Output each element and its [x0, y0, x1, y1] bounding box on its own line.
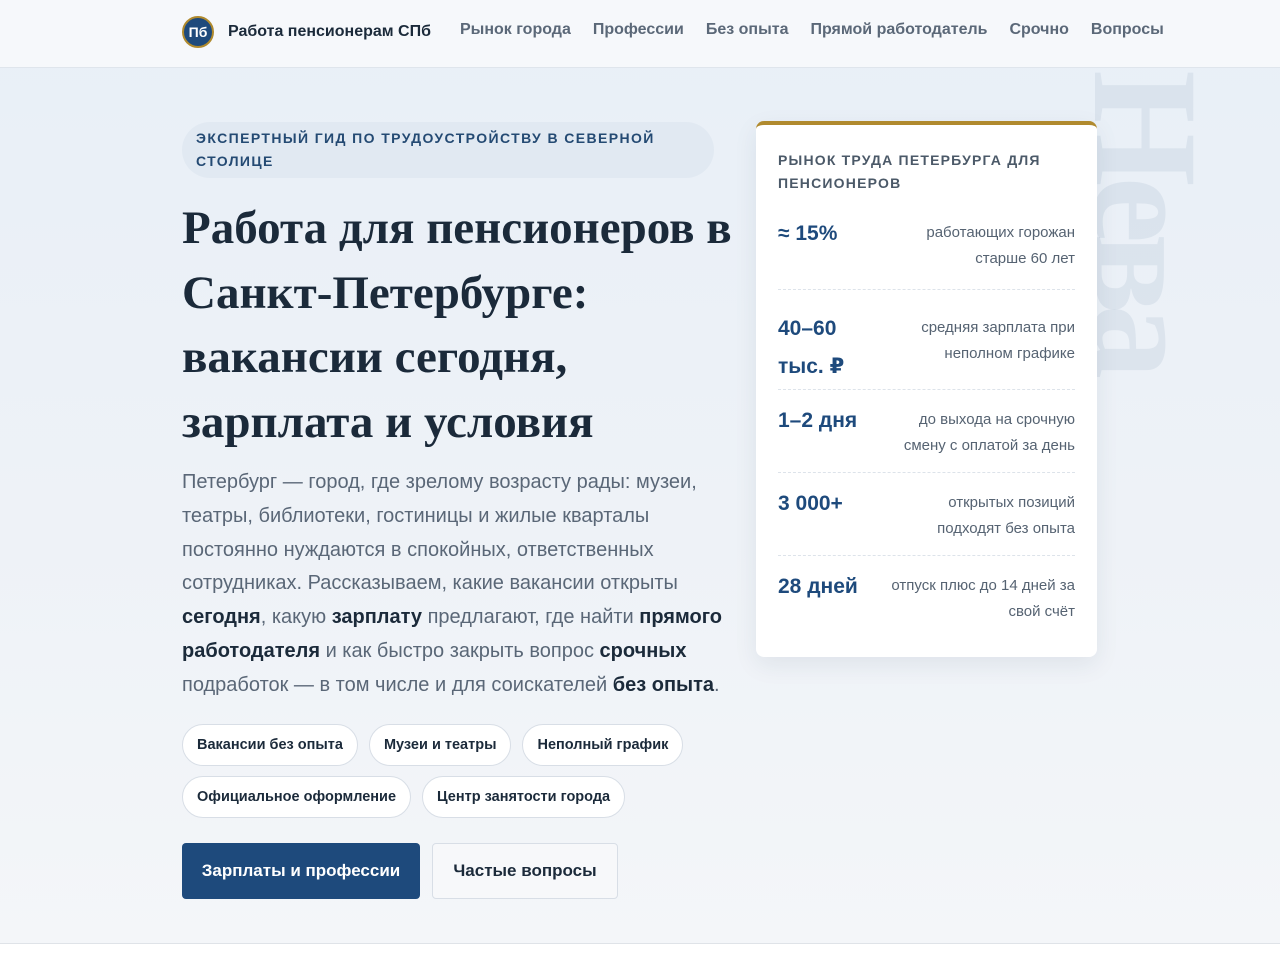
intro-highlight: без опыта: [612, 673, 715, 696]
nav-link-no-experience[interactable]: Без опыта: [706, 21, 789, 39]
hero-eyebrow: ЭКСПЕРТНЫЙ ГИД ПО ТРУДОУСТРОЙСТВУ В СЕВЕ…: [182, 122, 714, 178]
page-title: Работа для пенсионеров в Санкт-Петербург…: [182, 202, 732, 448]
stat-value: 40–60 тыс. ₽: [778, 317, 845, 378]
stat-value: 3 000+: [778, 492, 843, 515]
topic-chips: Вакансии без опыта Музеи и театры Неполн…: [182, 724, 722, 818]
next-section: [0, 944, 1280, 960]
stat-row: ≈ 15% работающих горожан старше 60 лет: [778, 215, 1075, 290]
intro-text: подработок — в том числе и для соискател…: [182, 673, 613, 696]
site-brand[interactable]: Пб Работа пенсионерам СПб: [182, 16, 431, 48]
stat-label: до выхода на срочную смену с оплатой за …: [903, 411, 1075, 454]
stat-value: ≈ 15%: [778, 222, 838, 245]
chip-part-time[interactable]: Неполный график: [522, 724, 684, 766]
chip-official-employment[interactable]: Официальное оформление: [182, 776, 412, 818]
stat-value: 1–2 дня: [778, 409, 858, 432]
stat-label: средняя зарплата при неполном графике: [921, 319, 1075, 362]
stats-card-title: РЫНОК ТРУДА ПЕТЕРБУРГА ДЛЯ ПЕНСИОНЕРОВ: [778, 152, 1041, 191]
nav-link-direct-employer[interactable]: Прямой работодатель: [810, 21, 987, 39]
stats-card: РЫНОК ТРУДА ПЕТЕРБУРГА ДЛЯ ПЕНСИОНЕРОВ ≈…: [756, 121, 1097, 657]
chip-no-experience[interactable]: Вакансии без опыта: [182, 724, 358, 766]
nav-link-professions[interactable]: Профессии: [593, 21, 684, 39]
intro-text: предлагают, где найти: [422, 606, 640, 629]
stat-row: 28 дней отпуск плюс до 14 дней за свой с…: [778, 568, 1075, 638]
stat-label: отпуск плюс до 14 дней за свой счёт: [891, 577, 1075, 620]
nav-link-urgent[interactable]: Срочно: [1009, 21, 1068, 39]
site-logo: Пб: [182, 16, 214, 48]
stat-row: 40–60 тыс. ₽ средняя зарплата при неполн…: [778, 310, 1075, 390]
hero-intro: Петербург — город, где зрелому возрасту …: [182, 466, 722, 703]
chip-museums-theaters[interactable]: Музеи и театры: [368, 724, 512, 766]
stat-label: работающих горожан старше 60 лет: [926, 224, 1075, 267]
main-nav: Рынок города Профессии Без опыта Прямой …: [460, 21, 1164, 39]
top-navigation-bar: Пб Работа пенсионерам СПб Рынок города П…: [0, 0, 1280, 68]
stat-row: 1–2 дня до выхода на срочную смену с опл…: [778, 402, 1075, 473]
nav-link-faq[interactable]: Вопросы: [1091, 21, 1164, 39]
intro-highlight: срочных: [599, 639, 687, 662]
salaries-professions-button[interactable]: Зарплаты и профессии: [182, 843, 420, 899]
stat-value: 28 дней: [778, 575, 858, 598]
intro-text: Петербург — город, где зрелому возрасту …: [182, 471, 697, 595]
stat-label: открытых позиций подходят без опыта: [937, 494, 1075, 537]
nav-link-market[interactable]: Рынок города: [460, 21, 571, 39]
intro-highlight: зарплату: [331, 606, 423, 629]
chip-employment-center[interactable]: Центр занятости города: [422, 776, 626, 818]
intro-text: .: [714, 673, 720, 696]
stat-row: 3 000+ открытых позиций подходят без опы…: [778, 485, 1075, 556]
intro-text: , какую: [260, 606, 332, 629]
faq-button[interactable]: Частые вопросы: [432, 843, 618, 899]
intro-text: и как быстро закрыть вопрос: [320, 639, 600, 662]
site-name: Работа пенсионерам СПб: [228, 23, 431, 40]
intro-highlight: сегодня: [182, 606, 261, 629]
